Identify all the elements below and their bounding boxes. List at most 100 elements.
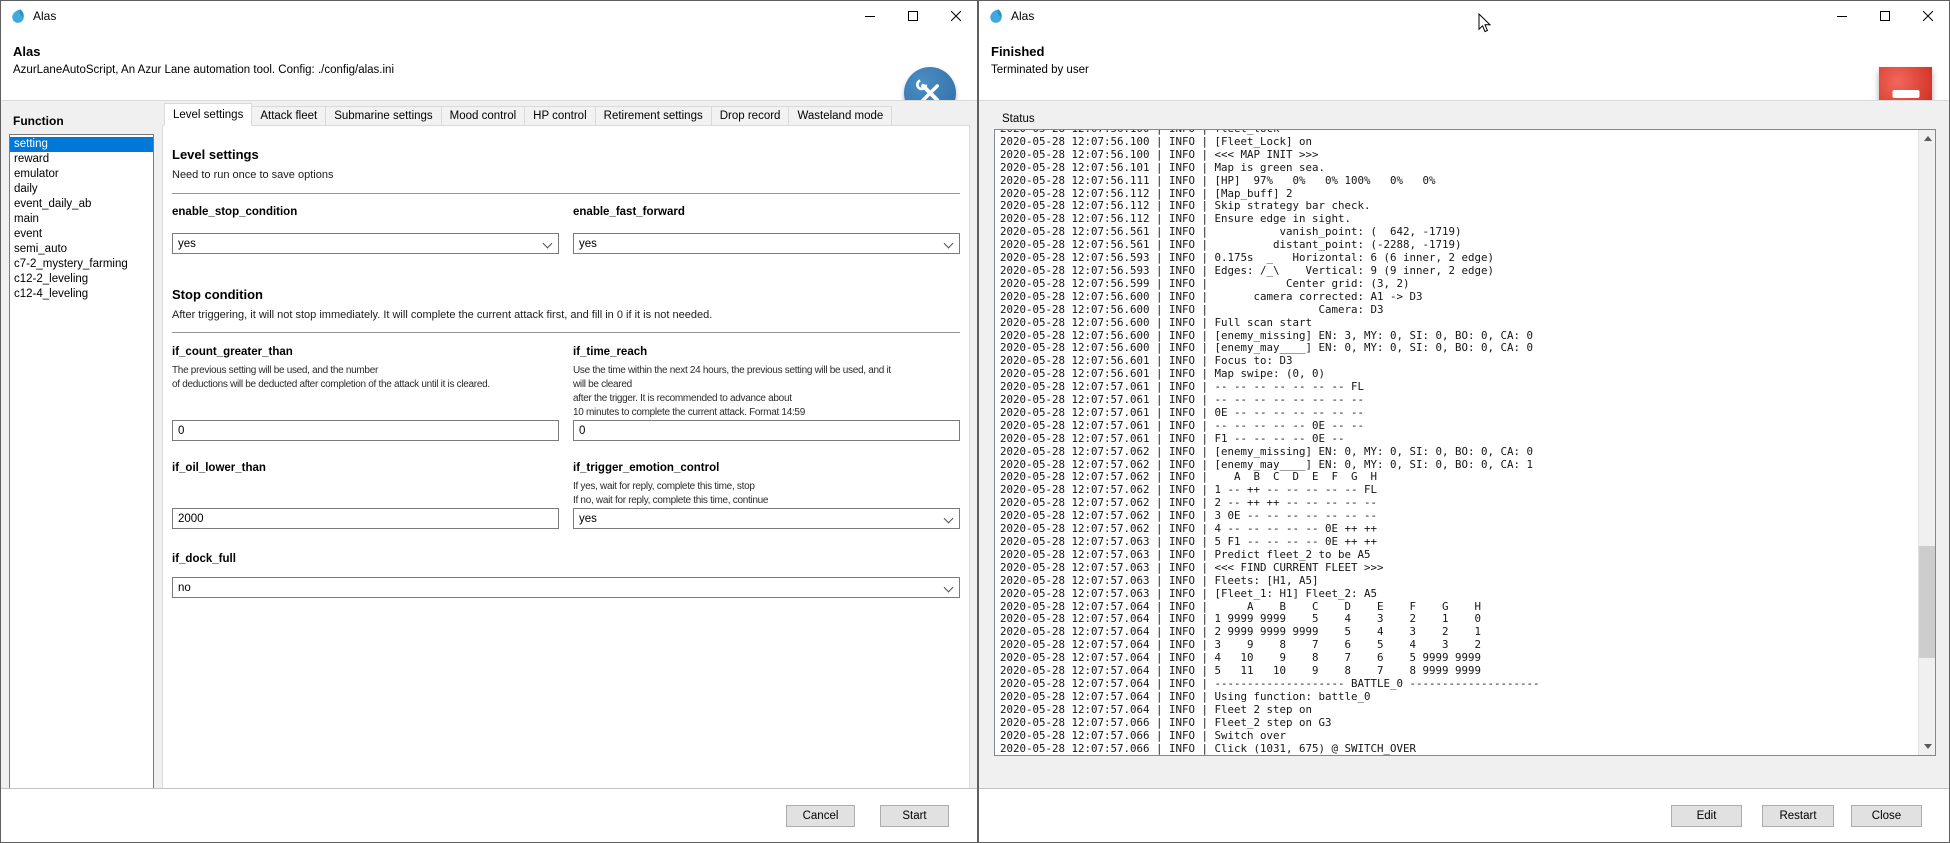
titlebar-left[interactable]: Alas: [1, 1, 977, 31]
log-line: 2020-05-28 12:07:57.064 | INFO | -------…: [1000, 678, 1935, 691]
field-label: enable_stop_condition: [172, 206, 559, 218]
log-line: 2020-05-28 12:07:57.066 | INFO | Click (…: [1000, 743, 1935, 756]
close-window-button[interactable]: Close: [1851, 805, 1922, 827]
function-item-label: emulator: [14, 168, 59, 180]
app-subtitle: AzurLaneAutoScript, An Azur Lane automat…: [13, 64, 977, 76]
tab[interactable]: Wasteland mode: [788, 106, 892, 126]
if-oil-lower-than-input[interactable]: [172, 508, 559, 529]
log-line: 2020-05-28 12:07:56.100 | INFO | <<< MAP…: [1000, 149, 1935, 162]
log-line: 2020-05-28 12:07:57.066 | INFO | Switch …: [1000, 730, 1935, 743]
field-label: if_dock_full: [172, 553, 960, 565]
alas-app-icon: [10, 8, 26, 24]
function-list-item[interactable]: event: [10, 227, 153, 242]
close-button[interactable]: [1906, 1, 1949, 31]
scroll-up-arrow[interactable]: [1919, 130, 1936, 147]
form-row: if_oil_lower_than if_trigger_emotion_con…: [172, 462, 960, 529]
tab[interactable]: Level settings: [164, 103, 252, 126]
section-subtitle: After triggering, it will not stop immed…: [172, 309, 960, 321]
tab[interactable]: Drop record: [711, 106, 790, 126]
field-label: enable_fast_forward: [573, 206, 960, 218]
tab[interactable]: HP control: [524, 106, 595, 126]
scrollbar-thumb[interactable]: [1919, 546, 1936, 658]
function-list-item[interactable]: c12-4_leveling: [10, 287, 153, 302]
if-count-greater-than-input[interactable]: [172, 420, 559, 441]
divider: [172, 193, 960, 194]
enable-stop-condition-select[interactable]: yes: [172, 233, 559, 254]
field-help: The previous setting will be used, and t…: [172, 364, 559, 392]
function-item-label: semi_auto: [14, 243, 67, 255]
titlebar-right[interactable]: Alas: [979, 1, 1949, 31]
log-line: 2020-05-28 12:07:56.593 | INFO | Edges: …: [1000, 265, 1935, 278]
status-subtitle: Terminated by user: [991, 64, 1949, 76]
tab-label: Level settings: [173, 109, 243, 121]
right-footer: Edit Restart Close: [979, 788, 1949, 842]
log-line: 2020-05-28 12:07:56.600 | INFO | Full sc…: [1000, 317, 1935, 330]
function-list-item[interactable]: c7-2_mystery_farming: [10, 257, 153, 272]
function-item-label: main: [14, 213, 39, 225]
log-line: 2020-05-28 12:07:57.061 | INFO | 0E -- -…: [1000, 407, 1935, 420]
minimize-button[interactable]: [848, 1, 891, 31]
function-list-item[interactable]: event_daily_ab: [10, 197, 153, 212]
if-time-reach-input[interactable]: [573, 420, 960, 441]
window-title: Alas: [33, 9, 56, 23]
function-list-item[interactable]: c12-2_leveling: [10, 272, 153, 287]
window-alas-status: Alas Finished Terminated by user Status: [978, 0, 1950, 843]
left-footer: Cancel Start: [1, 788, 977, 842]
tab-strip: Level settings Attack fleet Submarine se…: [162, 103, 970, 126]
log-line: 2020-05-28 12:07:57.061 | INFO | -- -- -…: [1000, 420, 1935, 433]
if-trigger-emotion-control-select[interactable]: yes: [573, 508, 960, 529]
log-scrollbar[interactable]: [1918, 130, 1935, 755]
tab[interactable]: Mood control: [441, 106, 525, 126]
log-output[interactable]: 2020-05-28 12:07:56.100 | INFO | fleet_l…: [994, 129, 1936, 756]
divider: [172, 332, 960, 333]
function-list-item[interactable]: setting: [10, 137, 153, 152]
log-line: 2020-05-28 12:07:57.063 | INFO | <<< FIN…: [1000, 562, 1935, 575]
edit-button[interactable]: Edit: [1671, 805, 1742, 827]
function-list-item[interactable]: main: [10, 212, 153, 227]
tab-label: Wasteland mode: [797, 110, 883, 122]
function-listbox[interactable]: setting reward emulator daily event_dail…: [9, 134, 154, 790]
window-alas-config: Alas Alas AzurLaneAutoScript, An Azur La…: [0, 0, 978, 843]
maximize-button[interactable]: [891, 1, 934, 31]
field-help: Use the time within the next 24 hours, t…: [573, 364, 960, 420]
desktop: Alas Alas AzurLaneAutoScript, An Azur La…: [0, 0, 1950, 843]
status-group-label: Status: [1002, 113, 1035, 125]
maximize-button[interactable]: [1863, 1, 1906, 31]
log-lines: 2020-05-28 12:07:56.100 | INFO | fleet_l…: [995, 129, 1935, 755]
restart-button[interactable]: Restart: [1762, 805, 1834, 827]
alas-app-icon: [988, 8, 1004, 24]
function-list-item[interactable]: reward: [10, 152, 153, 167]
function-list-item[interactable]: semi_auto: [10, 242, 153, 257]
tab[interactable]: Retirement settings: [595, 106, 712, 126]
minimize-button[interactable]: [1820, 1, 1863, 31]
log-line: 2020-05-28 12:07:56.600 | INFO | camera …: [1000, 291, 1935, 304]
start-button[interactable]: Start: [880, 805, 949, 827]
log-line: 2020-05-28 12:07:56.599 | INFO | Center …: [1000, 278, 1935, 291]
close-button[interactable]: [934, 1, 977, 31]
log-line: 2020-05-28 12:07:57.063 | INFO | Predict…: [1000, 549, 1935, 562]
function-list-item[interactable]: daily: [10, 182, 153, 197]
cancel-button[interactable]: Cancel: [786, 805, 855, 827]
left-window-body: Function setting reward emulator daily e…: [1, 100, 977, 842]
scroll-down-arrow[interactable]: [1919, 738, 1936, 755]
form-row: if_dock_full no: [172, 553, 960, 598]
tab[interactable]: Submarine settings: [325, 106, 441, 126]
log-line: 2020-05-28 12:07:56.111 | INFO | [HP] 97…: [1000, 175, 1935, 188]
if-dock-full-select[interactable]: no: [172, 577, 960, 598]
log-line: 2020-05-28 12:07:57.062 | INFO | [enemy_…: [1000, 446, 1935, 459]
app-header-left: Alas AzurLaneAutoScript, An Azur Lane au…: [1, 31, 977, 100]
app-header-right: Finished Terminated by user: [979, 31, 1949, 100]
tab[interactable]: Attack fleet: [251, 106, 326, 126]
select-value: no: [178, 582, 191, 594]
function-list-item[interactable]: emulator: [10, 167, 153, 182]
function-item-label: event_daily_ab: [14, 198, 91, 210]
right-window-body: Status 2020-05-28 12:07:56.100 | INFO | …: [979, 100, 1949, 842]
log-line: 2020-05-28 12:07:56.600 | INFO | Camera:…: [1000, 304, 1935, 317]
field-help: If yes, wait for reply, complete this ti…: [573, 480, 960, 508]
log-line: 2020-05-28 12:07:57.063 | INFO | Fleets:…: [1000, 575, 1935, 588]
chevron-down-icon: [944, 514, 954, 524]
field-label: if_trigger_emotion_control: [573, 462, 960, 474]
function-item-label: c7-2_mystery_farming: [14, 258, 128, 270]
enable-fast-forward-select[interactable]: yes: [573, 233, 960, 254]
function-item-label: c12-2_leveling: [14, 273, 88, 285]
